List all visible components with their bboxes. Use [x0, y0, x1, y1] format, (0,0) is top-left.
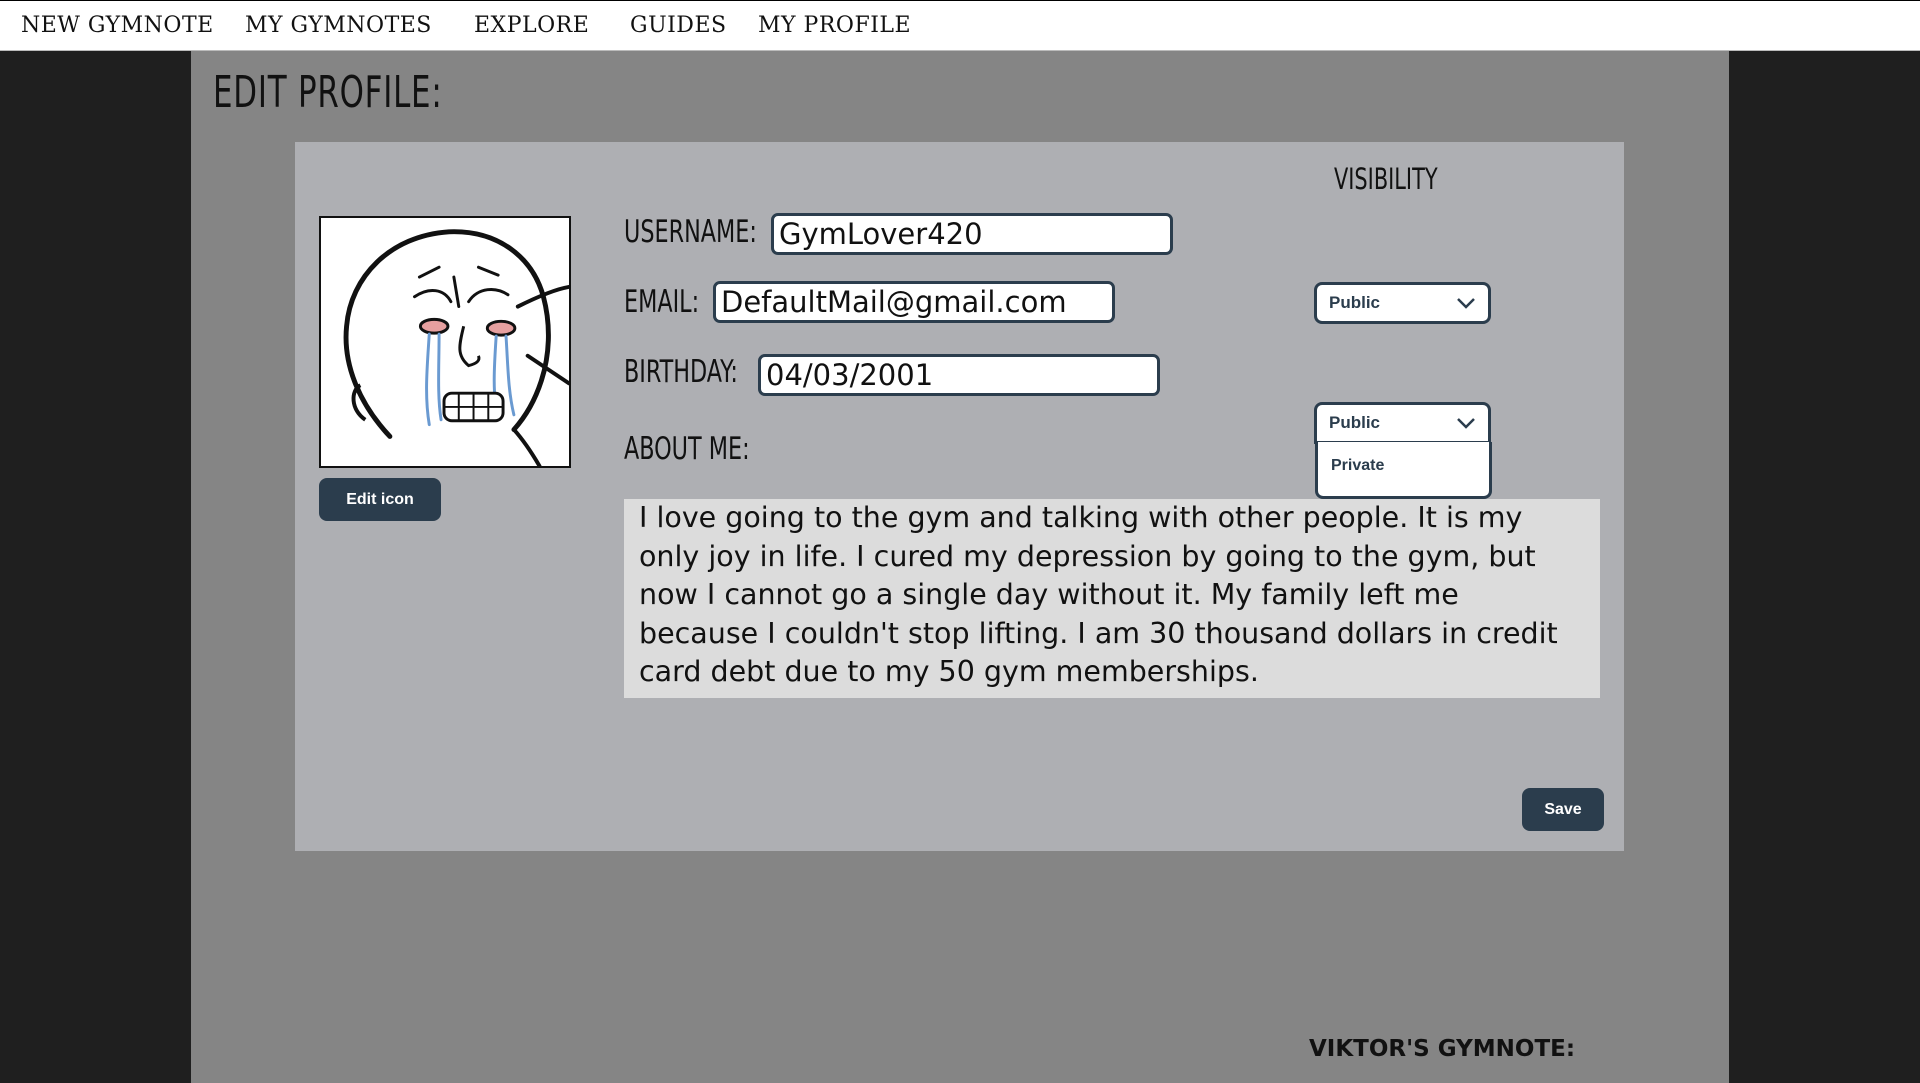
visibility-heading: VISIBILITY — [1334, 162, 1438, 196]
edit-icon-button[interactable]: Edit icon — [319, 478, 441, 521]
about-me-label: ABOUT ME: — [624, 431, 750, 467]
birthday-visibility-value: Public — [1329, 413, 1381, 432]
email-label: EMAIL: — [624, 284, 700, 320]
about-me-textarea[interactable]: I love going to the gym and talking with… — [624, 499, 1600, 698]
nav-my-profile[interactable]: MY PROFILE — [758, 13, 911, 38]
main-content: EDIT PROFILE: Edit icon VISIBILITY USERN… — [191, 51, 1729, 1083]
birthday-input[interactable] — [758, 354, 1160, 396]
username-label: USERNAME: — [624, 214, 757, 250]
birthday-visibility-select[interactable]: Public — [1314, 402, 1491, 444]
birthday-label: BIRTHDAY: — [624, 354, 738, 390]
chevron-down-icon — [1456, 297, 1476, 309]
email-visibility-select[interactable]: Public — [1314, 282, 1491, 324]
crying-face-icon — [321, 218, 569, 466]
edit-profile-card: Edit icon VISIBILITY USERNAME: EMAIL: Pu… — [295, 142, 1624, 851]
email-visibility-value: Public — [1329, 293, 1381, 312]
option-private[interactable]: Private — [1331, 457, 1384, 475]
chevron-down-icon — [1456, 417, 1476, 429]
birthday-visibility-dropdown: Private — [1315, 442, 1492, 499]
save-button[interactable]: Save — [1522, 788, 1604, 831]
top-nav: NEW GYMNOTE MY GYMNOTES EXPLORE GUIDES M… — [0, 0, 1920, 51]
footer-brand: VIKTOR'S GYMNOTE: — [1309, 1036, 1576, 1062]
nav-guides[interactable]: GUIDES — [630, 13, 727, 38]
email-input[interactable] — [713, 281, 1115, 323]
nav-new-gymnote[interactable]: NEW GYMNOTE — [21, 13, 214, 38]
nav-explore[interactable]: EXPLORE — [474, 13, 589, 38]
nav-my-gymnotes[interactable]: MY GYMNOTES — [245, 13, 432, 38]
avatar-image — [319, 216, 571, 468]
page-title: EDIT PROFILE: — [213, 67, 443, 118]
username-input[interactable] — [771, 213, 1173, 255]
